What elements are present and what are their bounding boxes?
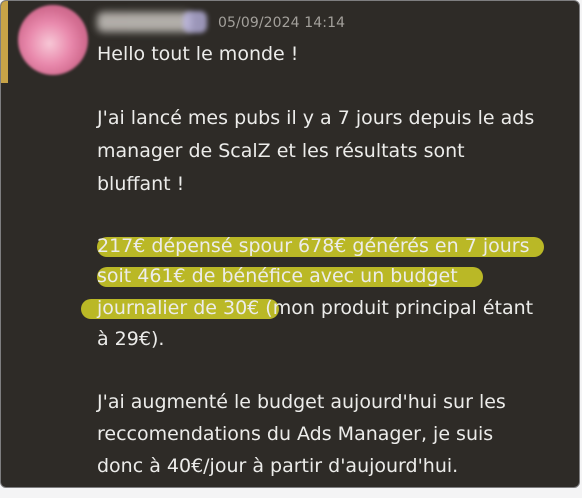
recommendations-text: reccomendations du Ads Manager, je suis [97, 423, 494, 445]
message-line-greeting: Hello tout le monde ! [97, 40, 298, 68]
bluffant-text: bluffant ! [97, 173, 185, 195]
avatar[interactable] [18, 5, 88, 75]
price-text: à 29€). [97, 328, 165, 350]
manager-text: manager de ScalZ et les résultats sont [97, 140, 465, 162]
increase-text: J'ai augmenté le budget aujourd'hui sur … [97, 391, 506, 413]
greeting-text: Hello tout le monde ! [97, 43, 299, 65]
message-line-spend: 217€ dépensé spour 678€ générés en 7 jou… [97, 232, 544, 260]
username-blurred[interactable] [97, 12, 191, 32]
role-badge-icon [183, 11, 207, 33]
message-line-daily: donc à 40€/jour à partir d'aujourd'hui. [97, 452, 458, 480]
message-line-recommendations: reccomendations du Ads Manager, je suis [97, 420, 493, 448]
message-line-profit: soit 461€ de bénéfice avec un budget [97, 262, 483, 290]
profit-text: soit 461€ de bénéfice avec un budget [97, 265, 458, 287]
message-line-bluffant: bluffant ! [97, 170, 184, 198]
message-line-increase: J'ai augmenté le budget aujourd'hui sur … [97, 388, 506, 416]
message-line-budget: journalier de 30€ (mon produit principal… [81, 294, 534, 322]
mention-bar [1, 1, 8, 83]
daily-text: donc à 40€/jour à partir d'aujourd'hui. [97, 455, 459, 477]
budget-text-highlighted: journalier de 30€ [97, 297, 260, 319]
message-line-manager: manager de ScalZ et les résultats sont [97, 137, 465, 165]
message-line-launch: J'ai lancé mes pubs il y a 7 jours depui… [97, 104, 534, 132]
message-line-price: à 29€). [97, 325, 164, 353]
message-timestamp[interactable]: 05/09/2024 14:14 [218, 15, 345, 31]
spend-text: 217€ dépensé spour 678€ générés en 7 jou… [97, 235, 530, 257]
budget-text-note: (mon produit principal étant [259, 297, 534, 319]
discord-message: 05/09/2024 14:14 Hello tout le monde ! J… [0, 0, 580, 488]
launch-text: J'ai lancé mes pubs il y a 7 jours depui… [97, 107, 535, 129]
